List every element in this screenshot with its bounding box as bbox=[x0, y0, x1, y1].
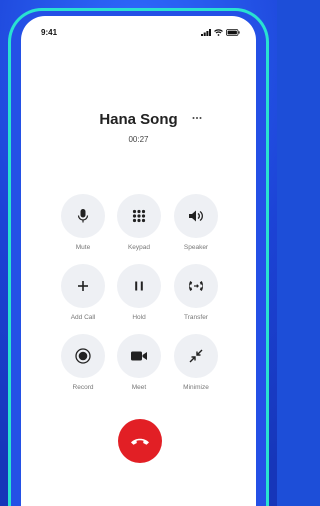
signal-icon bbox=[201, 28, 211, 36]
meet-label: Meet bbox=[131, 384, 147, 391]
mute-button[interactable] bbox=[61, 194, 105, 238]
hold-control: Hold bbox=[109, 264, 169, 321]
status-time: 9:41 bbox=[41, 28, 58, 37]
status-bar: 9:41 bbox=[21, 16, 256, 46]
speaker-control: Speaker bbox=[166, 194, 226, 251]
speaker-label: Speaker bbox=[183, 244, 209, 251]
meet-button[interactable] bbox=[117, 334, 161, 378]
battery-icon bbox=[226, 28, 240, 36]
transfer-label: Transfer bbox=[184, 314, 208, 321]
minimize-control: Minimize bbox=[166, 334, 226, 391]
minimize-label: Minimize bbox=[183, 384, 209, 391]
keypad-button[interactable] bbox=[117, 194, 161, 238]
end-call-button[interactable] bbox=[118, 419, 162, 463]
minimize-button[interactable] bbox=[174, 334, 218, 378]
contact-name: Hana Song bbox=[99, 111, 178, 128]
minimize-icon bbox=[189, 349, 203, 363]
microphone-icon bbox=[77, 209, 89, 223]
wifi-icon bbox=[214, 28, 223, 36]
add-call-control: Add Call bbox=[53, 264, 113, 321]
add-call-label: Add Call bbox=[70, 314, 96, 321]
mute-control: Mute bbox=[53, 194, 113, 251]
video-camera-icon bbox=[131, 351, 147, 361]
record-label: Record bbox=[72, 384, 94, 391]
status-icons bbox=[201, 28, 240, 36]
transfer-icon bbox=[189, 281, 203, 291]
keypad-icon bbox=[132, 209, 146, 223]
speaker-icon bbox=[189, 210, 203, 222]
meet-control: Meet bbox=[109, 334, 169, 391]
speaker-button[interactable] bbox=[174, 194, 218, 238]
plus-icon bbox=[78, 281, 88, 291]
record-button[interactable] bbox=[61, 334, 105, 378]
mute-label: Mute bbox=[75, 244, 91, 251]
phone-screen: 9:41 Hana Song 00:27 Mute Keypad Speaker… bbox=[21, 16, 256, 506]
hold-label: Hold bbox=[132, 314, 146, 321]
more-options-icon[interactable] bbox=[192, 113, 202, 123]
transfer-control: Transfer bbox=[166, 264, 226, 321]
pause-icon bbox=[135, 281, 143, 291]
call-duration: 00:27 bbox=[128, 135, 149, 144]
keypad-label: Keypad bbox=[127, 244, 151, 251]
transfer-button[interactable] bbox=[174, 264, 218, 308]
record-control: Record bbox=[53, 334, 113, 391]
hang-up-icon bbox=[131, 438, 149, 445]
add-call-button[interactable] bbox=[61, 264, 105, 308]
hold-button[interactable] bbox=[117, 264, 161, 308]
record-icon bbox=[75, 348, 91, 364]
keypad-control: Keypad bbox=[109, 194, 169, 251]
